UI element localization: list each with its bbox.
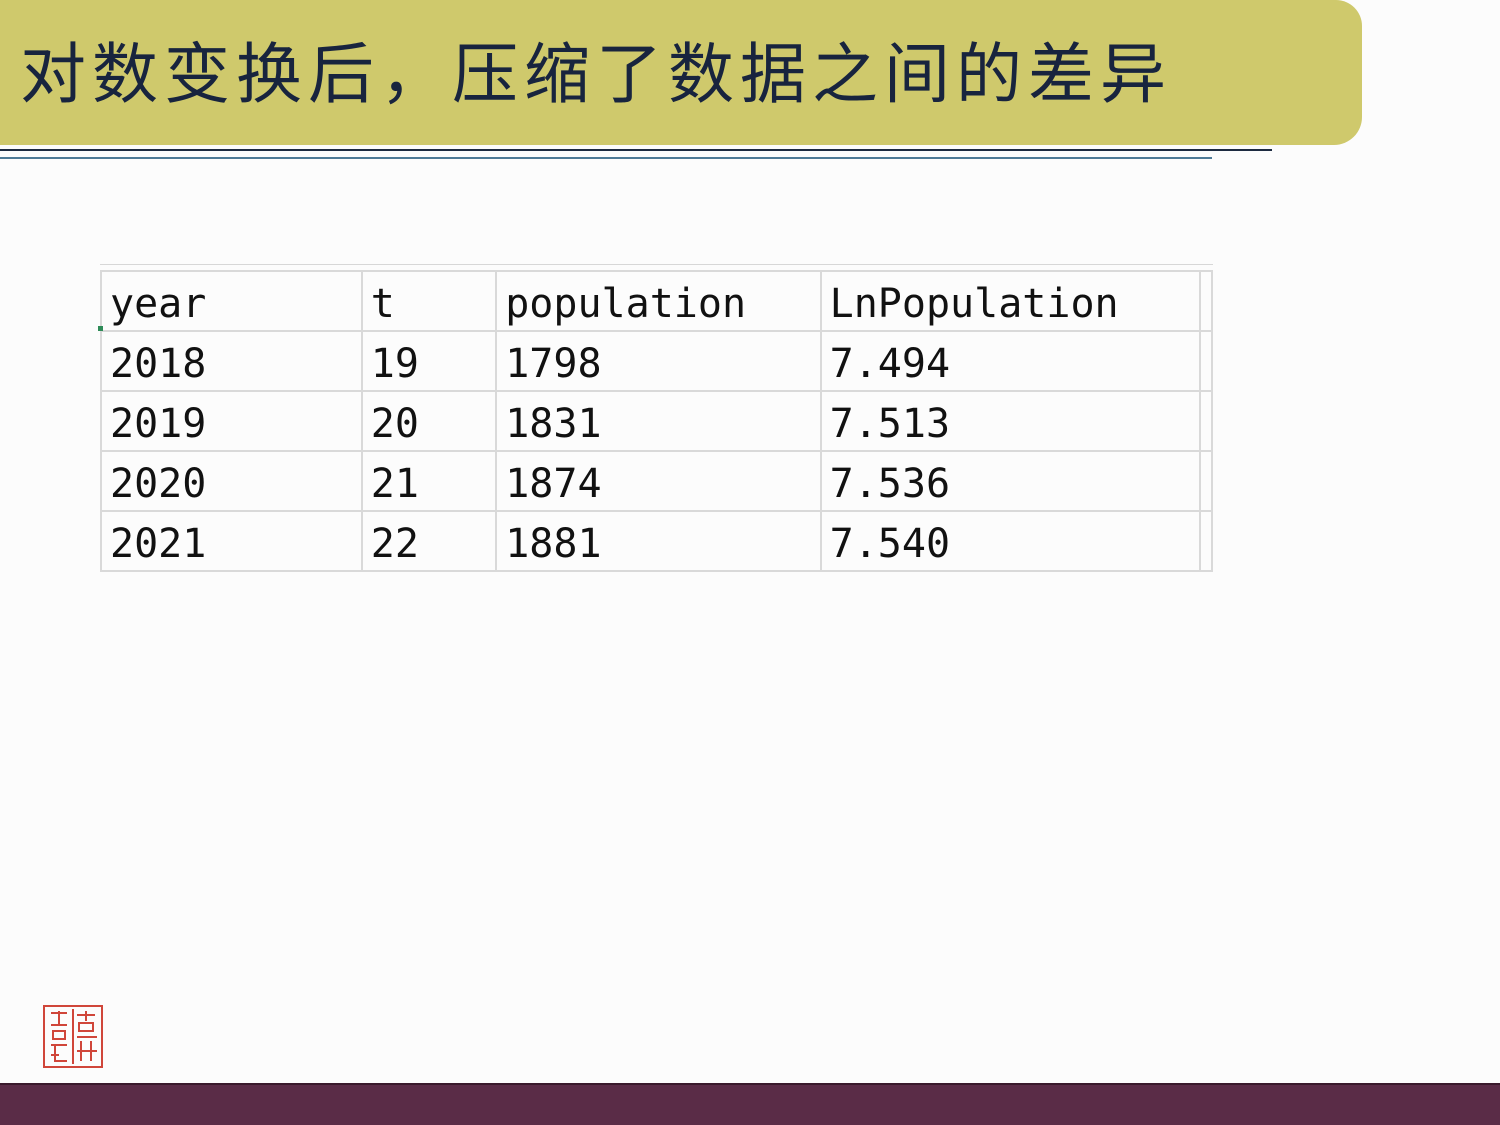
spreadsheet-excerpt: year t population LnPopulation 2018 19 1… bbox=[100, 264, 1213, 579]
cell-lnpopulation: 7.536 bbox=[819, 450, 1202, 512]
cell-population: 1831 bbox=[495, 390, 822, 452]
title-underline-dark bbox=[0, 149, 1272, 151]
cell-lnpopulation: 7.494 bbox=[819, 330, 1202, 392]
empty-cell bbox=[1199, 510, 1213, 572]
title-underline-blue bbox=[0, 157, 1212, 159]
selected-cell-marker bbox=[98, 326, 103, 331]
header-cell-t: t bbox=[360, 270, 498, 332]
table-row: 2020 21 1874 7.536 bbox=[100, 450, 1213, 512]
footer-bar bbox=[0, 1085, 1500, 1125]
empty-cell bbox=[1199, 450, 1213, 512]
data-table: year t population LnPopulation 2018 19 1… bbox=[100, 270, 1213, 572]
empty-cell bbox=[1199, 330, 1213, 392]
cell-lnpopulation: 7.513 bbox=[819, 390, 1202, 452]
cell-year: 2020 bbox=[100, 450, 363, 512]
table-row: 2019 20 1831 7.513 bbox=[100, 390, 1213, 452]
cell-t: 19 bbox=[360, 330, 498, 392]
header-cell-year: year bbox=[100, 270, 363, 332]
header-cell-population: population bbox=[495, 270, 822, 332]
title-bar: 对数变换后，压缩了数据之间的差异 bbox=[0, 0, 1362, 145]
cell-population: 1874 bbox=[495, 450, 822, 512]
empty-cell bbox=[1199, 270, 1213, 332]
table-row: 2018 19 1798 7.494 bbox=[100, 330, 1213, 392]
table-header-row: year t population LnPopulation bbox=[100, 270, 1213, 332]
empty-cell bbox=[1199, 390, 1213, 452]
cell-t: 21 bbox=[360, 450, 498, 512]
cell-year: 2021 bbox=[100, 510, 363, 572]
cell-year: 2018 bbox=[100, 330, 363, 392]
seal-glyph bbox=[51, 1009, 97, 1064]
cell-year: 2019 bbox=[100, 390, 363, 452]
cell-lnpopulation: 7.540 bbox=[819, 510, 1202, 572]
cell-population: 1881 bbox=[495, 510, 822, 572]
cell-population: 1798 bbox=[495, 330, 822, 392]
cell-t: 20 bbox=[360, 390, 498, 452]
header-cell-lnpopulation: LnPopulation bbox=[819, 270, 1202, 332]
table-row: 2021 22 1881 7.540 bbox=[100, 510, 1213, 572]
seal-stamp-icon bbox=[43, 1005, 103, 1068]
cell-t: 22 bbox=[360, 510, 498, 572]
slide-title: 对数变换后，压缩了数据之间的差异 bbox=[20, 36, 1172, 113]
